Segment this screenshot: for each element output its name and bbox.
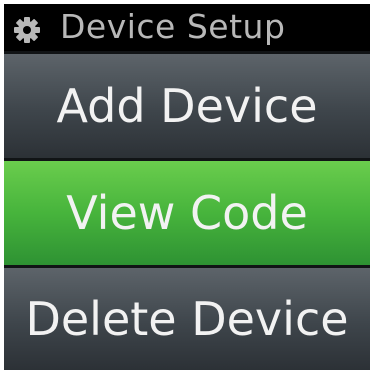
menu-item-label: View Code xyxy=(66,186,308,240)
menu-item-view-code[interactable]: View Code xyxy=(4,161,370,265)
menu-item-label: Delete Device xyxy=(25,292,349,346)
menu-item-label: Add Device xyxy=(56,79,318,133)
menu-item-delete-device[interactable]: Delete Device xyxy=(4,268,370,370)
device-screen: Device Setup Add Device View Code Delete… xyxy=(4,4,370,370)
page-title: Device Setup xyxy=(60,7,286,46)
title-bar: Device Setup xyxy=(4,4,370,52)
menu-item-add-device[interactable]: Add Device xyxy=(4,54,370,158)
gear-icon xyxy=(14,17,40,43)
